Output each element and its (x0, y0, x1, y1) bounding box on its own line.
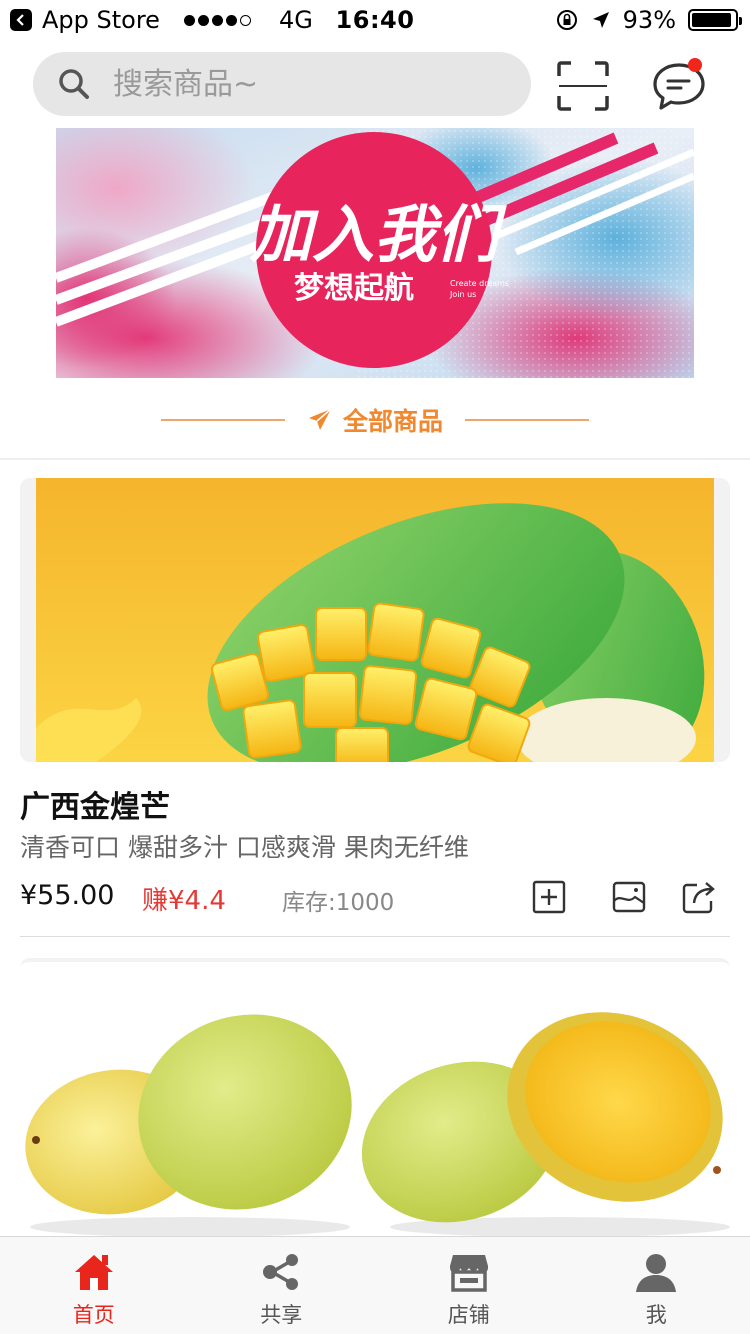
tab-home-label: 首页 (72, 1303, 115, 1327)
battery-percent: 93% (622, 6, 676, 34)
search-input[interactable] (113, 66, 473, 102)
tab-me-label: 我 (645, 1303, 667, 1327)
search-bar[interactable] (33, 52, 531, 116)
bottom-tab-bar: 首页 共享 店铺 我 (0, 1236, 750, 1334)
search-icon (59, 69, 89, 99)
message-icon[interactable] (651, 57, 707, 113)
tab-share[interactable]: 共享 (188, 1237, 376, 1334)
product-name[interactable]: 广西金煌芒 (20, 782, 170, 826)
product-divider (20, 936, 730, 937)
product-stock: 库存:1000 (282, 890, 395, 916)
add-to-cart-icon[interactable] (531, 879, 567, 915)
user-icon (636, 1254, 677, 1292)
battery-icon (688, 9, 742, 31)
product-image-mango[interactable] (20, 478, 730, 762)
promo-banner[interactable]: 加入我们 梦想起航 Create dreams Join us (56, 128, 694, 378)
tab-store-label: 店铺 (447, 1303, 490, 1327)
tab-home[interactable]: 首页 (0, 1237, 188, 1334)
product-image-mango-2[interactable] (20, 958, 730, 1238)
banner-title: 加入我们 (249, 198, 507, 271)
section-header: 全部商品 (0, 392, 750, 448)
banner-english-line2: Join us (449, 290, 476, 299)
tab-me[interactable]: 我 (563, 1237, 750, 1334)
paper-plane-icon (308, 408, 332, 430)
rotation-lock-icon (556, 10, 577, 30)
banner-english-line1: Create dreams (450, 279, 509, 288)
tab-store[interactable]: 店铺 (375, 1237, 563, 1334)
image-icon[interactable] (611, 879, 647, 915)
store-icon (449, 1255, 488, 1292)
section-line-right (465, 419, 589, 421)
share-nodes-icon (263, 1254, 299, 1290)
product-price: ¥55.00 (20, 880, 115, 911)
tab-share-label: 共享 (260, 1303, 303, 1327)
app-page: App Store 4G 16:40 93% 搜索商品~ 加入我们 梦想起航 C… (0, 0, 750, 1334)
scan-icon[interactable] (556, 60, 610, 112)
location-arrow-icon (592, 12, 609, 28)
section-title-label: 全部商品 (342, 407, 443, 436)
notification-dot (688, 58, 702, 72)
share-icon[interactable] (681, 879, 717, 915)
home-icon (74, 1255, 113, 1290)
section-line-left (160, 419, 285, 421)
divider (0, 458, 750, 460)
banner-subtitle: 梦想起航 (294, 271, 414, 306)
product-description: 清香可口 爆甜多汁 口感爽滑 果肉无纤维 (20, 833, 469, 862)
status-bar: App Store 4G 16:40 93% (0, 0, 750, 40)
section-title[interactable]: 全部商品 (307, 402, 443, 438)
product-earn: 赚¥4.4 (142, 886, 226, 916)
